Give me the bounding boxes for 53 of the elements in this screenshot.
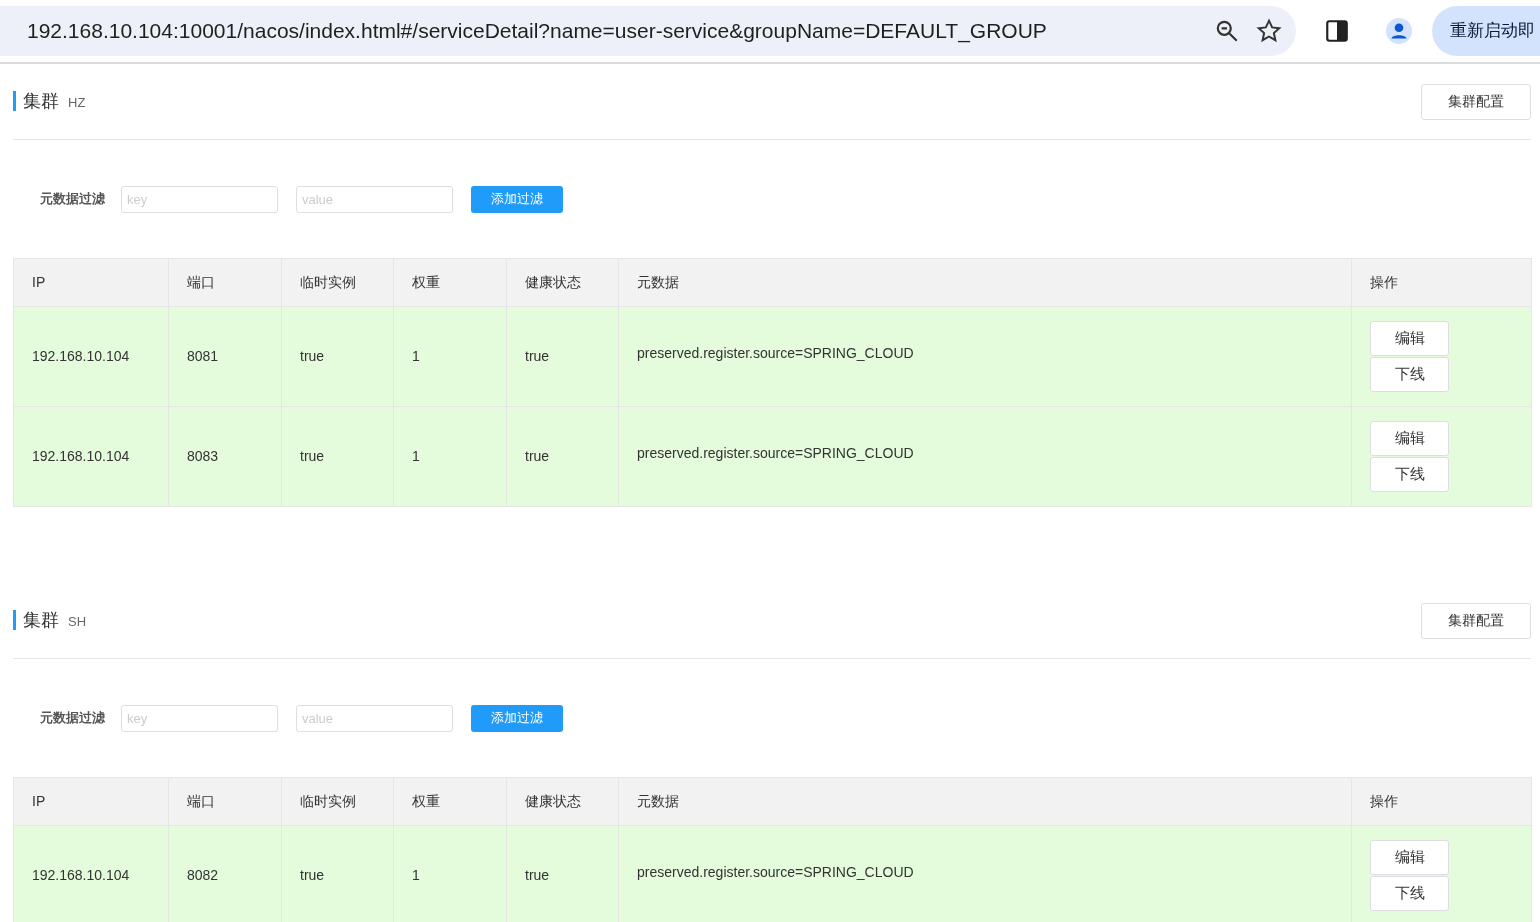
column-header: 临时实例 — [281, 777, 394, 826]
column-header: 端口 — [168, 258, 282, 307]
side-panel-icon[interactable] — [1324, 18, 1350, 44]
metadata-cell: preserved.register.source=SPRING_CLOUD — [618, 306, 1352, 407]
star-icon[interactable] — [1256, 18, 1282, 44]
column-header: 端口 — [168, 777, 282, 826]
column-header: IP — [13, 258, 169, 307]
action-button[interactable]: 下线 — [1370, 875, 1449, 911]
filter-label: 元数据过滤 — [40, 190, 106, 209]
cluster-config-button[interactable]: 集群配置 — [1421, 602, 1531, 639]
action-button[interactable]: 编辑 — [1370, 839, 1449, 875]
column-header: 健康状态 — [506, 258, 619, 307]
column-header: 权重 — [393, 258, 507, 307]
column-header: 权重 — [393, 777, 507, 826]
table-cell: 1 — [393, 406, 507, 507]
table-cell: 192.168.10.104 — [13, 306, 169, 407]
table-cell: true — [281, 406, 394, 507]
cluster-name: HZ — [68, 93, 86, 112]
column-header: 操作 — [1351, 777, 1532, 826]
metadata-cell: preserved.register.source=SPRING_CLOUD — [618, 825, 1352, 922]
table-cell: 192.168.10.104 — [13, 406, 169, 507]
table-cell: 8082 — [168, 825, 282, 922]
column-header: 健康状态 — [506, 777, 619, 826]
table-cell: true — [506, 306, 619, 407]
column-header: 元数据 — [618, 258, 1352, 307]
profile-icon[interactable] — [1386, 18, 1412, 44]
cluster-config-button[interactable]: 集群配置 — [1421, 83, 1531, 120]
action-button[interactable]: 下线 — [1370, 356, 1449, 392]
action-button[interactable]: 编辑 — [1370, 320, 1449, 356]
table-cell: true — [281, 306, 394, 407]
table-cell: 1 — [393, 825, 507, 922]
table-cell: 8083 — [168, 406, 282, 507]
table-cell: 192.168.10.104 — [13, 825, 169, 922]
cluster-title: 集群 — [13, 90, 59, 111]
metadata-cell: preserved.register.source=SPRING_CLOUD — [618, 406, 1352, 507]
column-header: IP — [13, 777, 169, 826]
address-bar[interactable]: 192.168.10.104:10001/nacos/index.html#/serviceDetail?name=user-service&groupName=DEFAULT_GROUP — [0, 6, 1296, 56]
table-cell: true — [281, 825, 394, 922]
search-icon[interactable] — [1214, 18, 1240, 44]
column-header: 临时实例 — [281, 258, 394, 307]
filter-label: 元数据过滤 — [40, 709, 106, 728]
action-button[interactable]: 下线 — [1370, 456, 1449, 492]
table-cell: 1 — [393, 306, 507, 407]
table-cell: true — [506, 406, 619, 507]
table-cell: 8081 — [168, 306, 282, 407]
column-header: 元数据 — [618, 777, 1352, 826]
url-text: 192.168.10.104:10001/nacos/index.html#/serviceDetail?name=user-service&groupName=DEFAULT_GROUP — [27, 18, 1048, 45]
relaunch-button[interactable]: 重新启动即 — [1432, 6, 1540, 56]
column-header: 操作 — [1351, 258, 1532, 307]
table-cell: true — [506, 825, 619, 922]
cluster-title: 集群 — [13, 609, 59, 630]
action-button[interactable]: 编辑 — [1370, 420, 1449, 456]
cluster-name: SH — [68, 612, 87, 631]
